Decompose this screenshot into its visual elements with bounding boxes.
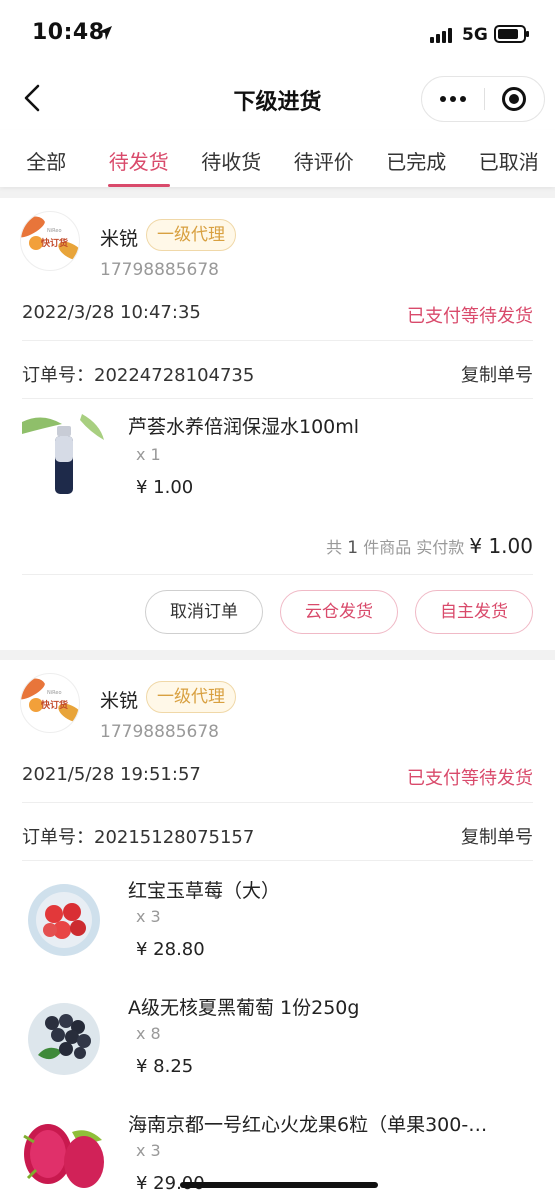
divider — [22, 574, 533, 575]
agent-level-badge: 一级代理 — [146, 219, 236, 251]
product-image — [22, 1112, 104, 1194]
shop-name: 米锐 — [100, 228, 139, 250]
product-price: ¥ 28.80 — [136, 939, 205, 960]
tab-pending-shipment[interactable]: 待发货 — [93, 130, 186, 187]
copy-order-number-button[interactable]: 复制单号 — [461, 361, 533, 387]
battery-icon — [494, 25, 529, 43]
shop-name: 米锐 — [100, 690, 139, 712]
close-mini-program-icon[interactable] — [502, 87, 526, 111]
product-quantity: x 3 — [136, 907, 161, 926]
order-number: 订单号：20224728104735 — [22, 365, 255, 386]
product-price: ¥ 8.25 — [136, 1056, 194, 1077]
capsule-divider — [484, 88, 485, 110]
product-image — [22, 414, 104, 496]
order-card: NiReo 快订货 米锐 一级代理 17798885678 2022/3/28 … — [0, 198, 555, 650]
divider — [22, 340, 533, 341]
shop-avatar: NiReo 快订货 — [20, 673, 80, 733]
divider — [22, 802, 533, 803]
nav-bar: 下级进货 — [0, 70, 555, 130]
product-name: 海南京都一号红心火龙果6粒（单果300-… — [128, 1114, 488, 1136]
cancel-order-button[interactable]: 取消订单 — [145, 590, 263, 634]
divider — [22, 860, 533, 861]
self-ship-button[interactable]: 自主发货 — [415, 590, 533, 634]
order-time: 2021/5/28 19:51:57 — [22, 764, 201, 785]
product-quantity: x 1 — [136, 445, 161, 464]
tab-cancelled[interactable]: 已取消 — [463, 130, 555, 187]
shop-phone: 17798885678 — [100, 260, 219, 280]
product-image — [22, 878, 104, 960]
order-status-tabs: 全部 待发货 待收货 待评价 已完成 已取消 — [0, 130, 555, 187]
shop-phone: 17798885678 — [100, 722, 219, 742]
product-name: 芦荟水养倍润保湿水100ml — [128, 416, 360, 438]
product-quantity: x 3 — [136, 1141, 161, 1160]
divider — [22, 398, 533, 399]
product-name: 红宝玉草莓（大） — [128, 880, 281, 902]
order-status: 已支付等待发货 — [407, 768, 533, 789]
order-summary: 共 1 件商品 实付款 ¥ 1.00 — [326, 534, 533, 558]
shop-avatar: NiReo 快订货 — [20, 211, 80, 271]
product-quantity: x 8 — [136, 1024, 161, 1043]
status-time: 10:48 — [32, 20, 105, 45]
order-card: NiReo 快订货 米锐 一级代理 17798885678 2021/5/28 … — [0, 660, 555, 1200]
mini-program-capsule — [421, 76, 545, 122]
product-image — [22, 995, 104, 1077]
cloud-warehouse-ship-button[interactable]: 云仓发货 — [280, 590, 398, 634]
copy-order-number-button[interactable]: 复制单号 — [461, 823, 533, 849]
network-type: 5G — [462, 25, 488, 45]
status-bar: 10:48 5G — [0, 0, 555, 70]
order-number: 订单号：20215128075157 — [22, 827, 255, 848]
order-status: 已支付等待发货 — [407, 306, 533, 327]
tab-pending-review[interactable]: 待评价 — [278, 130, 371, 187]
tab-completed[interactable]: 已完成 — [370, 130, 463, 187]
signal-icon — [430, 27, 458, 43]
home-indicator — [180, 1182, 378, 1188]
order-time: 2022/3/28 10:47:35 — [22, 302, 201, 323]
location-arrow-icon — [98, 26, 112, 40]
product-name: A级无核夏黑葡萄 1份250g — [128, 997, 360, 1019]
product-price: ¥ 1.00 — [136, 477, 194, 498]
tab-pending-receipt[interactable]: 待收货 — [185, 130, 278, 187]
agent-level-badge: 一级代理 — [146, 681, 236, 713]
more-icon[interactable] — [422, 77, 484, 121]
tab-all[interactable]: 全部 — [0, 130, 93, 187]
